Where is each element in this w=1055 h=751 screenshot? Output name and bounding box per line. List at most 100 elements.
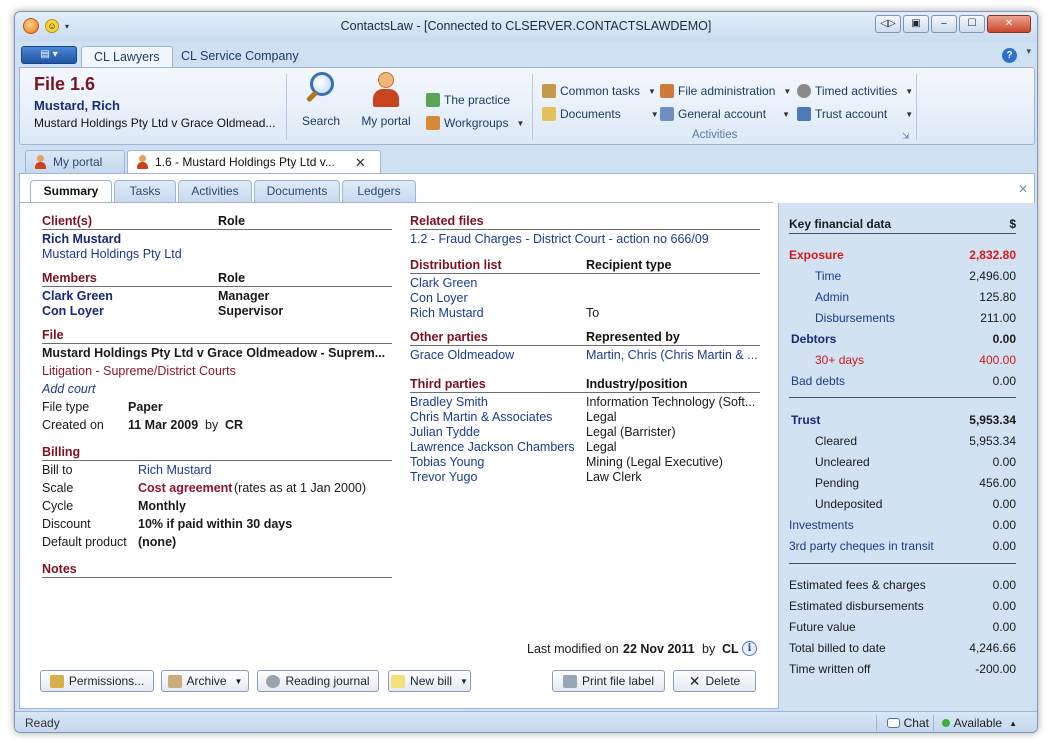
new-bill-button[interactable]: New bill ▼ (388, 670, 471, 692)
reading-journal-button[interactable]: Reading journal (257, 670, 379, 692)
investments-label[interactable]: Investments (789, 518, 854, 532)
file-heading: File (42, 328, 64, 342)
close-tab-icon[interactable]: ✕ (355, 155, 366, 174)
disbursements-label[interactable]: Disbursements (815, 311, 895, 325)
debtors-label[interactable]: Debtors (791, 332, 836, 346)
third-party-link[interactable]: Lawrence Jackson Chambers (410, 440, 575, 454)
dialog-launcher-icon[interactable]: ⇲ (902, 131, 910, 142)
subtab-activities[interactable]: Activities (178, 180, 252, 202)
help-icon[interactable]: ? (1002, 48, 1017, 63)
tab-my-portal[interactable]: My portal (25, 150, 125, 174)
switch-window-button[interactable]: ▣ (903, 15, 929, 33)
distribution-link[interactable]: Clark Green (410, 276, 477, 290)
trust-value: 5,953.34 (969, 413, 1016, 427)
related-files-heading: Related files (410, 214, 484, 228)
divider (789, 397, 1016, 398)
est-fees-label: Estimated fees & charges (789, 578, 926, 592)
future-value-value: 0.00 (992, 620, 1016, 634)
tab-cl-service-company[interactable]: CL Service Company (169, 46, 311, 67)
restore-down-button[interactable]: ◁▷ (875, 15, 901, 33)
documents-button[interactable]: Documents ▼ (542, 107, 659, 121)
maximize-button[interactable]: ☐ (959, 15, 985, 33)
availability-button[interactable]: Available ▲ (941, 716, 1017, 730)
cheques-label[interactable]: 3rd party cheques in transit (789, 539, 934, 553)
third-party-link[interactable]: Trevor Yugo (410, 470, 477, 484)
activities-group-label: Activities (692, 129, 738, 141)
file-category-link[interactable]: Litigation - Supreme/District Courts (42, 364, 236, 378)
subtab-summary[interactable]: Summary (30, 180, 112, 203)
documents-label: Documents (560, 107, 621, 121)
third-party-link[interactable]: Julian Tydde (410, 425, 480, 439)
app-window: ☺ ▾ ContactsLaw - [Connected to CLSERVER… (14, 11, 1038, 733)
general-account-button[interactable]: General account ▼ (660, 107, 790, 121)
subtab-documents[interactable]: Documents (254, 180, 340, 202)
member-link[interactable]: Clark Green (42, 289, 113, 303)
file-admin-icon (660, 84, 674, 98)
chevron-down-icon: ▼ (905, 109, 914, 119)
distribution-link[interactable]: Rich Mustard (410, 306, 484, 320)
distribution-link[interactable]: Con Loyer (410, 291, 468, 305)
status-separator (933, 715, 934, 731)
client-secondary-link[interactable]: Mustard Holdings Pty Ltd (42, 247, 182, 261)
close-button[interactable]: ✕ (987, 15, 1031, 33)
document-tab-bar: My portal 1.6 - Mustard Holdings Pty Ltd… (19, 148, 1035, 174)
info-icon[interactable]: i (742, 641, 757, 656)
permissions-button[interactable]: Permissions... (40, 670, 154, 692)
subtab-tasks[interactable]: Tasks (114, 180, 176, 202)
pending-value: 456.00 (979, 476, 1016, 490)
timed-activities-button[interactable]: Timed activities ▼ (797, 84, 913, 98)
trust-label[interactable]: Trust (791, 413, 820, 427)
common-tasks-button[interactable]: Common tasks ▼ (542, 84, 656, 98)
divider (42, 343, 392, 344)
third-party-link[interactable]: Bradley Smith (410, 395, 488, 409)
third-party-link[interactable]: Tobias Young (410, 455, 484, 469)
file-administration-button[interactable]: File administration ▼ (660, 84, 791, 98)
total-billed-value: 4,246.66 (969, 641, 1016, 655)
related-file-link[interactable]: 1.2 - Fraud Charges - District Court - a… (410, 232, 709, 246)
undeposited-label: Undeposited (815, 497, 883, 511)
chat-button[interactable]: Chat (886, 716, 929, 730)
subtab-ledgers[interactable]: Ledgers (342, 180, 416, 202)
trust-account-button[interactable]: Trust account ▼ (797, 107, 913, 121)
divider (410, 229, 760, 230)
third-party-industry: Legal (586, 440, 617, 454)
print-file-label-button[interactable]: Print file label (552, 670, 665, 692)
total-billed-label: Total billed to date (789, 641, 886, 655)
tab-file-1-6[interactable]: 1.6 - Mustard Holdings Pty Ltd v... ✕ (127, 150, 381, 174)
workgroups-button[interactable]: Workgroups ▼ (426, 116, 524, 130)
add-court-link[interactable]: Add court (42, 382, 96, 396)
third-parties-heading: Third parties (410, 377, 486, 391)
third-party-link[interactable]: Chris Martin & Associates (410, 410, 552, 424)
bad-debts-label[interactable]: Bad debts (791, 374, 845, 388)
minimize-button[interactable]: – (931, 15, 957, 33)
scale-link[interactable]: Cost agreement (138, 481, 232, 495)
days30-label[interactable]: 30+ days (815, 353, 864, 367)
trust-account-label: Trust account (815, 107, 888, 121)
bill-to-link[interactable]: Rich Mustard (138, 463, 212, 477)
available-dot-icon (941, 719, 950, 727)
represented-by-link[interactable]: Martin, Chris (Chris Martin & ... (586, 348, 758, 362)
exposure-label[interactable]: Exposure (789, 248, 844, 262)
admin-label[interactable]: Admin (815, 290, 849, 304)
application-menu-button[interactable]: ▤ ▾ (21, 46, 77, 64)
close-panel-icon[interactable]: ✕ (1018, 182, 1028, 196)
my-portal-button[interactable]: My portal (356, 70, 416, 128)
cycle-label: Cycle (42, 499, 74, 513)
new-bill-icon (391, 674, 406, 688)
discount-value: 10% if paid within 30 days (138, 517, 293, 531)
ribbon-collapse-icon[interactable]: ▾ (1026, 46, 1031, 57)
the-practice-button[interactable]: The practice (426, 93, 510, 107)
timed-activities-label: Timed activities (815, 84, 898, 98)
search-button[interactable]: Search (298, 70, 344, 128)
time-label[interactable]: Time (815, 269, 841, 283)
disbursements-value: 211.00 (980, 311, 1016, 325)
title-bar: ☺ ▾ ContactsLaw - [Connected to CLSERVER… (15, 12, 1037, 42)
tab-cl-lawyers[interactable]: CL Lawyers (81, 46, 173, 67)
delete-button[interactable]: ✕ Delete (673, 670, 756, 692)
client-primary-link[interactable]: Rich Mustard (42, 232, 121, 246)
ribbon-separator (532, 74, 533, 140)
member-link[interactable]: Con Loyer (42, 304, 104, 318)
other-party-link[interactable]: Grace Oldmeadow (410, 348, 514, 362)
default-product-label: Default product (42, 535, 127, 549)
archive-button[interactable]: Archive ▼ (161, 670, 249, 692)
